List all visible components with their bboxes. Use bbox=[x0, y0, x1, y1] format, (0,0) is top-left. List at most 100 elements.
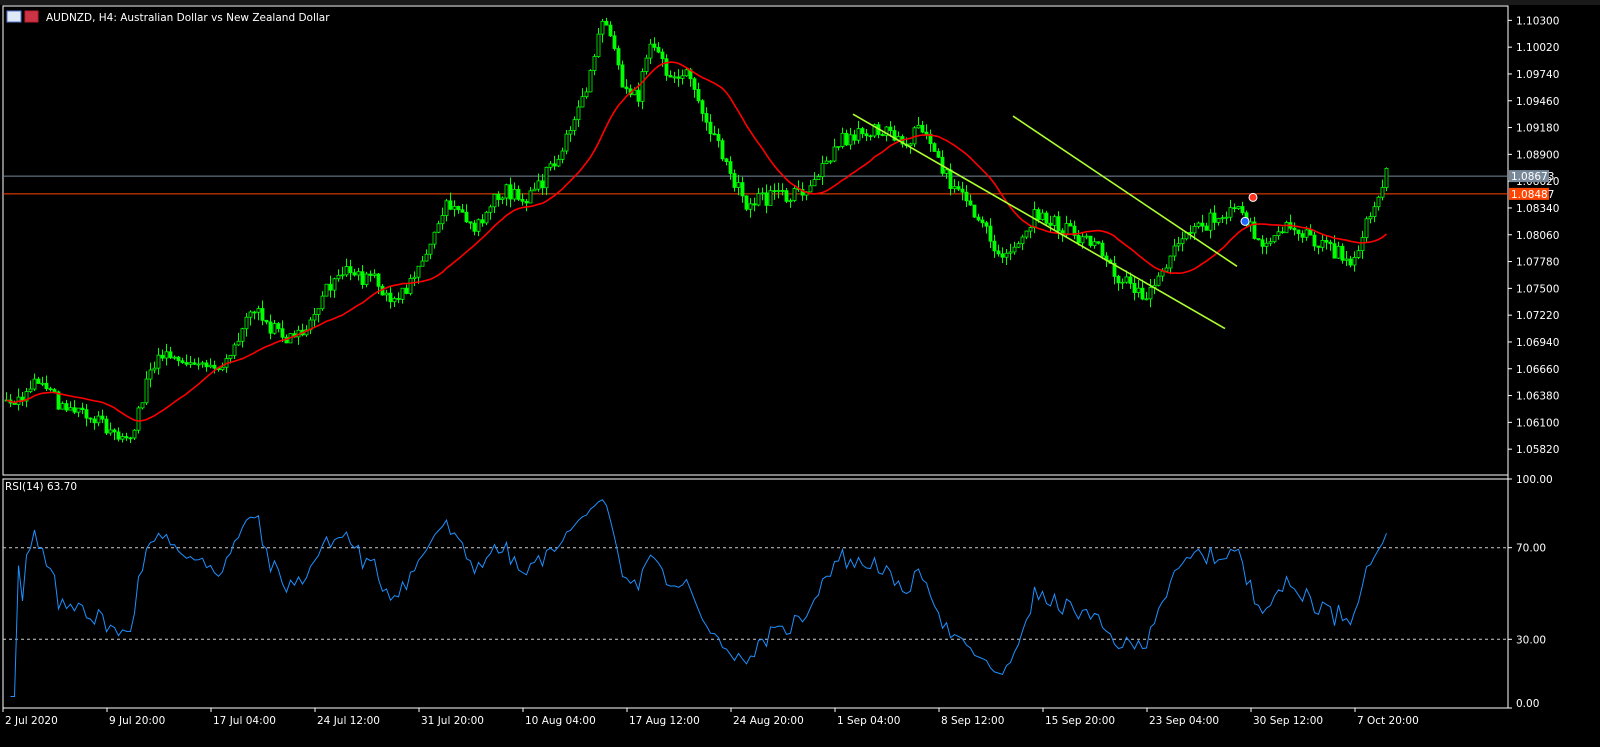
candle-body bbox=[264, 319, 269, 323]
candle-body bbox=[1188, 232, 1193, 234]
candle-body bbox=[996, 250, 1001, 255]
candle-body bbox=[1340, 245, 1345, 261]
candle-body bbox=[744, 195, 749, 210]
candle-body bbox=[68, 407, 73, 411]
candle-body bbox=[1172, 245, 1177, 257]
candle-body bbox=[1044, 212, 1049, 224]
candle-body bbox=[372, 273, 377, 276]
price-tick-label: 1.08900 bbox=[1516, 149, 1559, 161]
candle-body bbox=[992, 240, 997, 252]
candle-body bbox=[1140, 287, 1145, 300]
rsi-pane-frame bbox=[2, 478, 1509, 709]
candle-body bbox=[112, 429, 117, 433]
candle-body bbox=[552, 163, 557, 167]
candle-body bbox=[396, 298, 401, 300]
candle-body bbox=[416, 265, 421, 278]
candle-body bbox=[212, 364, 217, 369]
candle-body bbox=[1260, 239, 1265, 247]
candle-body bbox=[316, 308, 321, 315]
candle-body bbox=[580, 96, 585, 108]
time-tick-label: 24 Jul 12:00 bbox=[317, 715, 380, 727]
candle-body bbox=[740, 182, 745, 197]
candle-body bbox=[160, 354, 165, 359]
candle-body bbox=[680, 75, 685, 79]
candle-body bbox=[1144, 298, 1149, 301]
candle-body bbox=[840, 132, 845, 147]
time-tick-label: 17 Aug 12:00 bbox=[629, 715, 700, 727]
candle-body bbox=[108, 429, 113, 434]
candle-body bbox=[1224, 216, 1229, 219]
candle-body bbox=[648, 43, 653, 59]
horizontal-lines[interactable] bbox=[3, 175, 1508, 195]
candle-body bbox=[596, 33, 601, 57]
candle-body bbox=[612, 35, 617, 49]
candle-body bbox=[640, 71, 645, 102]
candle-body bbox=[564, 133, 569, 152]
candle-body bbox=[244, 316, 249, 330]
candle-body bbox=[720, 140, 725, 160]
candle-body bbox=[724, 158, 729, 162]
candle-body bbox=[1368, 216, 1373, 220]
candle-body bbox=[48, 388, 53, 391]
candle-body bbox=[812, 179, 817, 187]
candle-body bbox=[980, 219, 985, 224]
candle-body bbox=[948, 169, 953, 189]
price-chart[interactable]: AUDNZD, H4: Australian Dollar vs New Zea… bbox=[0, 0, 1600, 747]
candle-body bbox=[540, 180, 545, 189]
candle-body bbox=[392, 298, 397, 303]
time-tick-label: 15 Sep 20:00 bbox=[1045, 715, 1115, 727]
candle-body bbox=[956, 186, 961, 190]
candle-body bbox=[520, 198, 525, 202]
price-tick-label: 1.06380 bbox=[1516, 391, 1559, 403]
candle-body bbox=[920, 124, 925, 133]
candle-body bbox=[960, 188, 965, 193]
candle-body bbox=[444, 200, 449, 216]
candle-body bbox=[976, 216, 981, 221]
candle-body bbox=[700, 100, 705, 114]
candle-body bbox=[716, 133, 721, 142]
candle-body bbox=[684, 69, 689, 77]
candle-body bbox=[784, 190, 789, 202]
candle-body bbox=[916, 124, 921, 129]
candle-body bbox=[440, 215, 445, 225]
candle-body bbox=[1176, 243, 1181, 247]
rsi-line bbox=[10, 499, 1387, 697]
candle-body bbox=[704, 113, 709, 123]
candle-body bbox=[1048, 222, 1053, 226]
rsi-tick-label: 0.00 bbox=[1516, 698, 1539, 710]
candle-body bbox=[1344, 258, 1349, 261]
candle-body bbox=[312, 314, 317, 321]
price-tick-label: 1.09180 bbox=[1516, 123, 1559, 135]
candle-body bbox=[236, 340, 241, 346]
candle-body bbox=[1180, 238, 1185, 245]
candle-body bbox=[1208, 212, 1213, 231]
chart-title: AUDNZD, H4: Australian Dollar vs New Zea… bbox=[46, 12, 330, 24]
candle-body bbox=[712, 133, 717, 136]
price-tick-label: 1.08060 bbox=[1516, 230, 1559, 242]
candle-body bbox=[412, 276, 417, 279]
candle-body bbox=[664, 58, 669, 76]
time-tick-label: 30 Sep 12:00 bbox=[1253, 715, 1323, 727]
candle-body bbox=[256, 308, 261, 313]
sell-marker bbox=[1248, 192, 1258, 202]
candle-body bbox=[1236, 206, 1241, 209]
candle-body bbox=[752, 203, 757, 206]
candle-body bbox=[736, 182, 741, 188]
candle-body bbox=[772, 190, 777, 193]
candle-body bbox=[220, 366, 225, 371]
candle-body bbox=[240, 328, 245, 342]
candle-body bbox=[1316, 245, 1321, 248]
candle-body bbox=[1012, 246, 1017, 253]
candle-body bbox=[1096, 241, 1101, 244]
candle-body bbox=[832, 146, 837, 162]
time-axis: 2 Jul 2020 9 Jul 20:00 17 Jul 04:00 24 Jul … bbox=[2, 708, 1419, 727]
candle-body bbox=[1304, 229, 1309, 238]
candle-body bbox=[624, 86, 629, 90]
candle-body bbox=[96, 415, 101, 424]
time-tick-label: 1 Sep 04:00 bbox=[837, 715, 900, 727]
candle-body bbox=[452, 206, 457, 210]
candle-body bbox=[936, 151, 941, 158]
candle-body bbox=[1040, 212, 1045, 220]
candle-body bbox=[728, 161, 733, 174]
candle-body bbox=[1020, 236, 1025, 245]
